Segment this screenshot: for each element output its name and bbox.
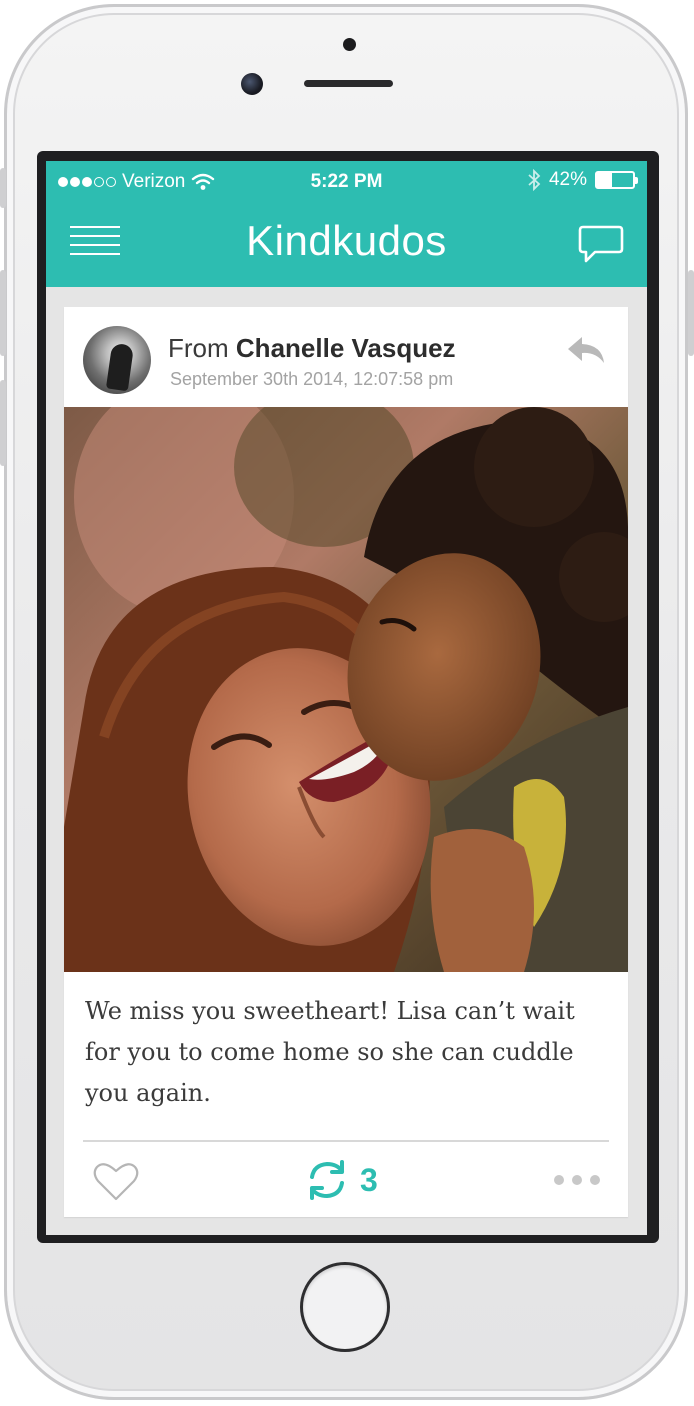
card-actions: 3 xyxy=(64,1143,628,1217)
mute-switch xyxy=(0,168,6,208)
home-button[interactable] xyxy=(300,1262,390,1352)
power-button xyxy=(688,270,694,356)
refresh-share-icon xyxy=(310,1160,344,1200)
post-timestamp: September 30th 2014, 12:07:58 pm xyxy=(170,369,454,389)
card-header: From Chanelle Vasquez September 30th 201… xyxy=(64,307,628,407)
app-screen: Verizon 5:22 PM 42% Kindkudos From Chane… xyxy=(46,161,647,1235)
app-header: Verizon 5:22 PM 42% Kindkudos xyxy=(46,161,647,287)
avatar[interactable] xyxy=(83,326,151,394)
battery-percent: 42% xyxy=(548,169,587,190)
sender-line: From Chanelle Vasquez xyxy=(168,333,456,364)
actions-divider xyxy=(83,1140,609,1142)
sender-name[interactable]: Chanelle Vasquez xyxy=(236,333,456,363)
battery-info: 42% xyxy=(527,169,638,191)
from-prefix: From xyxy=(168,333,229,363)
more-dots-icon[interactable] xyxy=(554,1175,602,1187)
volume-down-button xyxy=(0,380,6,466)
app-title: Kindkudos xyxy=(246,217,447,264)
nav-bar: Kindkudos xyxy=(46,213,647,273)
front-camera xyxy=(241,73,263,95)
volume-up-button xyxy=(0,270,6,356)
heart-icon[interactable] xyxy=(92,1159,140,1203)
earpiece-speaker xyxy=(304,80,393,87)
share-button[interactable]: 3 xyxy=(304,1157,378,1203)
kudos-card: From Chanelle Vasquez September 30th 201… xyxy=(64,307,628,1217)
post-message: We miss you sweetheart! Lisa can’t wait … xyxy=(85,997,575,1107)
chat-bubble-icon[interactable] xyxy=(577,223,625,267)
bluetooth-icon xyxy=(528,169,541,191)
reply-arrow-icon[interactable] xyxy=(566,335,606,367)
post-photo xyxy=(64,407,628,972)
avatar-figure xyxy=(105,342,135,392)
status-bar: Verizon 5:22 PM 42% xyxy=(46,161,647,203)
proximity-sensor xyxy=(343,38,356,51)
battery-icon xyxy=(595,171,638,189)
share-count: 3 xyxy=(360,1161,378,1198)
